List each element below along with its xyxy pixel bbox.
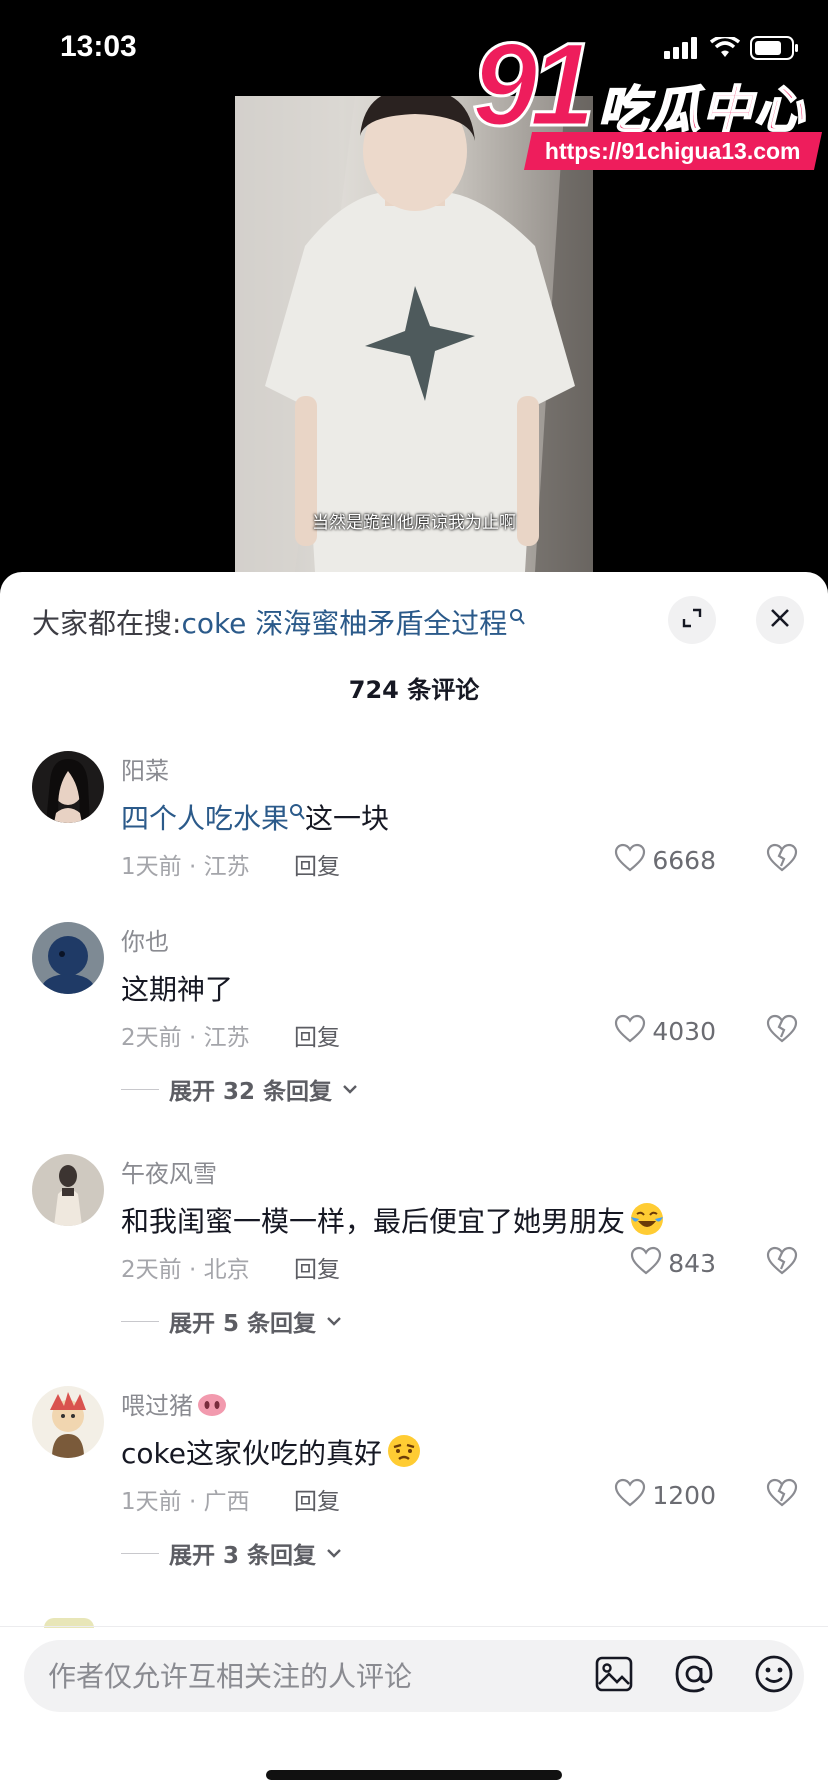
search-suggestion[interactable]: 大家都在搜:coke 深海蜜柚矛盾全过程 xyxy=(32,600,526,642)
like-count: 6668 xyxy=(652,845,716,875)
like-count: 1200 xyxy=(652,1480,716,1510)
expand-replies-button[interactable]: 展开 32 条回复 xyxy=(121,1072,358,1106)
heart-icon xyxy=(614,843,646,877)
heart-icon xyxy=(630,1246,662,1280)
home-indicator[interactable] xyxy=(266,1770,562,1780)
search-icon xyxy=(289,795,305,828)
comment-time-location: 2天前 · 江苏 xyxy=(121,1025,250,1051)
image-icon xyxy=(595,1656,633,1696)
smirk-emoji-icon xyxy=(386,1433,422,1469)
search-icon xyxy=(509,600,526,633)
search-suggestion-keyword[interactable]: coke 深海蜜柚矛盾全过程 xyxy=(181,607,507,640)
expand-replies-button[interactable]: 展开 3 条回复 xyxy=(121,1536,342,1570)
emoji-button[interactable] xyxy=(752,1654,796,1698)
expand-replies-button[interactable]: 展开 5 条回复 xyxy=(121,1304,342,1338)
dislike-button[interactable] xyxy=(766,1246,798,1280)
comment-item: 你也 这期神了 2天前 · 江苏 回复 4030 展开 32 条回复 xyxy=(0,922,828,1122)
smiley-icon xyxy=(754,1654,794,1698)
heart-icon xyxy=(614,1014,646,1048)
expand-icon xyxy=(680,606,704,634)
reply-button[interactable]: 回复 xyxy=(294,1482,340,1516)
pig-nose-icon xyxy=(197,1390,227,1420)
comment-text: coke这家伙吃的真好 xyxy=(121,1432,422,1472)
comment-item: 喂过猪 coke这家伙吃的真好 1天前 · 广西 回复 1200 展开 3 条回… xyxy=(0,1386,828,1586)
crying-laughing-emoji-icon xyxy=(629,1201,665,1237)
site-watermark: 91 吃瓜中心 https://91chigua13.com xyxy=(462,25,823,172)
comment-input[interactable] xyxy=(48,1640,548,1712)
comment-time-location: 1天前 · 江苏 xyxy=(121,854,250,880)
reply-button[interactable]: 回复 xyxy=(294,1018,340,1052)
dislike-button[interactable] xyxy=(766,843,798,877)
watermark-number: 91 xyxy=(470,19,596,151)
search-suggestion-prefix: 大家都在搜: xyxy=(32,607,182,640)
comment-author[interactable]: 午夜风雪 xyxy=(121,1154,217,1189)
expand-replies-label: 展开 3 条回复 xyxy=(169,1543,317,1569)
like-button[interactable]: 6668 xyxy=(614,843,716,877)
divider xyxy=(0,1626,828,1627)
heart-icon xyxy=(614,1478,646,1512)
comment-input-bar xyxy=(24,1640,804,1712)
chevron-down-icon xyxy=(326,1544,342,1563)
like-count: 843 xyxy=(668,1248,716,1278)
expand-button[interactable] xyxy=(668,596,716,644)
comment-text: 和我闺蜜一模一样，最后便宜了她男朋友 xyxy=(121,1200,665,1240)
comment-time-location: 2天前 · 北京 xyxy=(121,1257,250,1283)
comment-text: 这期神了 xyxy=(121,973,234,1006)
comment-author[interactable]: 你也 xyxy=(121,922,169,957)
dislike-button[interactable] xyxy=(766,1478,798,1512)
broken-heart-icon xyxy=(766,1014,798,1048)
broken-heart-icon xyxy=(766,843,798,877)
close-button[interactable] xyxy=(756,596,804,644)
comment-item: 阳菜 四个人吃水果 这一块 1天前 · 江苏 回复 6668 xyxy=(0,751,828,891)
comment-text: 四个人吃水果 这一块 xyxy=(121,797,389,837)
at-sign-icon xyxy=(674,1654,714,1698)
chevron-down-icon xyxy=(342,1080,358,1099)
divider xyxy=(121,1552,159,1554)
broken-heart-icon xyxy=(766,1478,798,1512)
like-count: 4030 xyxy=(652,1016,716,1046)
chevron-down-icon xyxy=(326,1312,342,1331)
expand-replies-label: 展开 32 条回复 xyxy=(169,1079,333,1105)
video-subtitle: 当然是跪到他原谅我为止啊 xyxy=(312,513,516,533)
divider xyxy=(121,1088,159,1090)
reply-button[interactable]: 回复 xyxy=(294,847,340,881)
comment-author[interactable]: 阳菜 xyxy=(121,751,169,786)
comment-author[interactable]: 喂过猪 xyxy=(121,1386,227,1421)
mention-button[interactable] xyxy=(672,1654,716,1698)
comment-text-rest: 这一块 xyxy=(305,802,390,835)
like-button[interactable]: 1200 xyxy=(614,1478,716,1512)
avatar[interactable] xyxy=(32,751,104,823)
comment-search-link[interactable]: 四个人吃水果 xyxy=(121,802,289,835)
comment-time-location: 1天前 · 广西 xyxy=(121,1489,250,1515)
avatar[interactable] xyxy=(32,922,104,994)
comment-count: 724 条评论 xyxy=(348,676,480,704)
comment-sheet: 大家都在搜:coke 深海蜜柚矛盾全过程 724 条评论 阳菜 四个人吃水果 这一… xyxy=(0,572,828,1792)
like-button[interactable]: 4030 xyxy=(614,1014,716,1048)
reply-button[interactable]: 回复 xyxy=(294,1250,340,1284)
close-icon xyxy=(769,607,791,633)
expand-replies-label: 展开 5 条回复 xyxy=(169,1311,317,1337)
avatar[interactable] xyxy=(32,1386,104,1458)
avatar[interactable] xyxy=(32,1154,104,1226)
dislike-button[interactable] xyxy=(766,1014,798,1048)
like-button[interactable]: 843 xyxy=(630,1246,716,1280)
watermark-url: https://91chigua13.com xyxy=(523,132,823,170)
status-time: 13:03 xyxy=(60,30,137,63)
divider xyxy=(121,1320,159,1322)
broken-heart-icon xyxy=(766,1246,798,1280)
comment-item: 午夜风雪 和我闺蜜一模一样，最后便宜了她男朋友 2天前 · 北京 回复 843 … xyxy=(0,1154,828,1354)
image-button[interactable] xyxy=(592,1654,636,1698)
